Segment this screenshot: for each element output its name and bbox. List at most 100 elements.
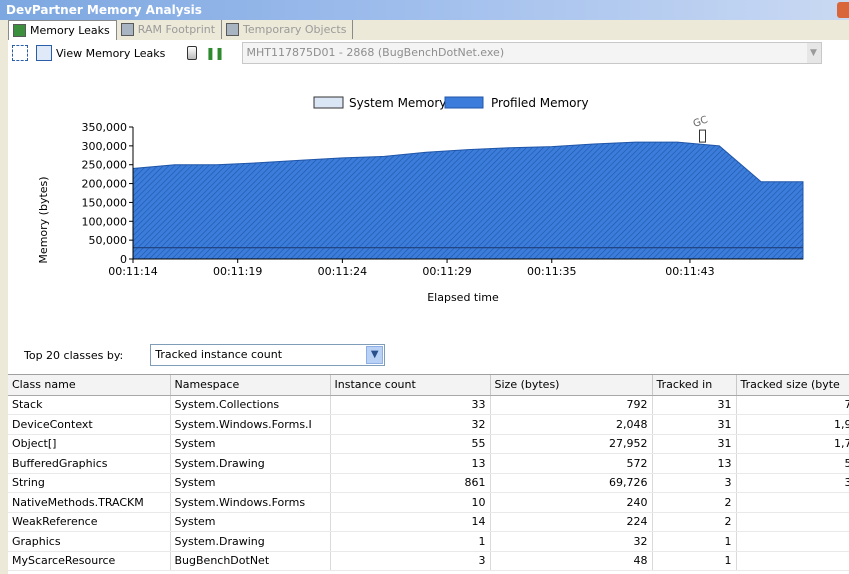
- memory-leaks-icon: [13, 24, 26, 37]
- table-cell: System.Drawing: [170, 453, 331, 474]
- table-cell: System.Windows.Forms.I: [170, 414, 331, 435]
- table-cell: MyScarceResource: [8, 551, 171, 571]
- y-tick-label: 350,000: [82, 121, 128, 134]
- view-memory-leaks-button[interactable]: View Memory Leaks: [32, 42, 169, 64]
- table-cell: NativeMethods.TRACKM: [8, 492, 171, 513]
- legend-label-system: System Memory: [349, 96, 446, 110]
- y-tick-label: 250,000: [82, 159, 128, 172]
- table-cell: 74: [736, 395, 849, 415]
- x-tick-label: 00:11:43: [665, 265, 714, 278]
- table-cell: 13: [330, 453, 491, 474]
- table-cell: 1,98: [736, 414, 849, 435]
- table-row[interactable]: GraphicsSystem.Drawing13213: [8, 531, 849, 552]
- table-cell: 572: [490, 453, 653, 474]
- table-cell: 2: [652, 492, 737, 513]
- table-cell: 861: [330, 473, 491, 493]
- tab-temporary-objects[interactable]: Temporary Objects: [222, 20, 354, 39]
- y-tick-label: 300,000: [82, 140, 128, 153]
- table-cell: 1,73: [736, 434, 849, 454]
- table-cell: BufferedGraphics: [8, 453, 171, 474]
- filter-label: Top 20 classes by:: [24, 348, 124, 362]
- tab-bar: Memory Leaks RAM Footprint Temporary Obj…: [8, 20, 354, 40]
- table-cell: 4: [736, 492, 849, 513]
- y-axis-label: Memory (bytes): [37, 176, 50, 263]
- column-header[interactable]: Class name: [8, 375, 171, 396]
- chevron-down-icon: ▼: [806, 43, 821, 63]
- ram-footprint-icon: [120, 23, 134, 36]
- table-cell: 1: [736, 551, 849, 571]
- table-cell: System: [170, 473, 331, 493]
- close-icon[interactable]: [837, 2, 849, 18]
- legend-label-profiled: Profiled Memory: [491, 96, 589, 110]
- table-cell: 3: [652, 473, 737, 493]
- x-tick-label: 00:11:35: [527, 265, 576, 278]
- table-cell: 792: [490, 395, 653, 415]
- chart-panel: System Memory Profiled Memory Memory (by…: [8, 66, 849, 374]
- table-cell: 2: [652, 512, 737, 532]
- table-cell: 2,048: [490, 414, 653, 435]
- table-cell: 3: [736, 531, 849, 552]
- profiled-memory-area: [132, 141, 804, 260]
- table-row[interactable]: StringSystem86169,726334: [8, 473, 849, 493]
- tab-label: RAM Footprint: [137, 23, 216, 36]
- window-title: DevPartner Memory Analysis: [6, 3, 202, 17]
- y-tick-label: 150,000: [82, 196, 128, 209]
- table-cell: 48: [490, 551, 653, 571]
- table-header: Class name Namespace Instance count Size (b…: [8, 375, 849, 396]
- view-memory-leaks-label: View Memory Leaks: [56, 46, 166, 60]
- x-tick-label: 00:11:29: [422, 265, 471, 278]
- options-button[interactable]: [8, 42, 32, 64]
- table-row[interactable]: WeakReferenceSystem1422423: [8, 512, 849, 532]
- table-cell: 1: [652, 531, 737, 552]
- table-cell: 14: [330, 512, 491, 532]
- gc-marker-icon: [699, 129, 706, 143]
- pause-button[interactable]: ❚❚: [201, 42, 227, 64]
- process-value: MHT117875D01 - 2868 (BugBenchDotNet.exe): [246, 46, 505, 59]
- table-row[interactable]: NativeMethods.TRACKM System.Windows.Forms…: [8, 492, 849, 513]
- y-tick-label: 200,000: [82, 178, 128, 191]
- table-cell: 1: [330, 531, 491, 552]
- table-cell: 3: [736, 512, 849, 532]
- table-cell: System.Windows.Forms: [170, 492, 331, 513]
- force-gc-button[interactable]: [183, 42, 201, 64]
- process-select[interactable]: MHT117875D01 - 2868 (BugBenchDotNet.exe)…: [241, 42, 822, 64]
- table-cell: System: [170, 512, 331, 532]
- column-header[interactable]: Tracked in: [652, 375, 737, 396]
- table-cell: System.Drawing: [170, 531, 331, 552]
- table-cell: System: [170, 434, 331, 454]
- column-header[interactable]: Instance count: [330, 375, 491, 396]
- table-row[interactable]: StackSystem.Collections337923174: [8, 395, 849, 415]
- table-row[interactable]: Object[]System5527,952311,73: [8, 434, 849, 454]
- tab-label: Temporary Objects: [243, 23, 347, 36]
- table-cell: String: [8, 473, 171, 493]
- table-cell: Object[]: [8, 434, 171, 454]
- column-header[interactable]: Size (bytes): [490, 375, 653, 396]
- table-cell: 33: [330, 395, 491, 415]
- table-cell: DeviceContext: [8, 414, 171, 435]
- classes-table: Class name Namespace Instance count Size (b…: [8, 374, 849, 574]
- tab-memory-leaks[interactable]: Memory Leaks: [8, 20, 117, 40]
- filter-value: Tracked instance count: [155, 348, 283, 361]
- table-cell: BugBenchDotNet: [170, 551, 331, 571]
- table-cell: 1: [652, 551, 737, 571]
- view-icon: [36, 45, 52, 61]
- filter-row: Top 20 classes by: Tracked instance coun…: [8, 339, 849, 371]
- table-cell: 55: [330, 434, 491, 454]
- table-cell: 240: [490, 492, 653, 513]
- table-cell: 31: [652, 395, 737, 415]
- table-row[interactable]: DeviceContext System.Windows.Forms.I 32 2,0…: [8, 414, 849, 435]
- column-header[interactable]: Tracked size (byte: [736, 375, 849, 396]
- legend-swatch-profiled: [444, 96, 484, 109]
- x-tick-label: 00:11:19: [213, 265, 262, 278]
- tab-ram-footprint[interactable]: RAM Footprint: [117, 20, 223, 39]
- table-row[interactable]: MyScarceResourceBugBenchDotNet34811: [8, 551, 849, 571]
- tab-label: Memory Leaks: [30, 24, 110, 37]
- column-header[interactable]: Namespace: [170, 375, 331, 396]
- top-classes-select[interactable]: Tracked instance count ▼: [150, 344, 386, 366]
- table-cell: WeakReference: [8, 512, 171, 532]
- gc-annotation: GC: [692, 115, 710, 130]
- table-row[interactable]: BufferedGraphicsSystem.Drawing135721357: [8, 453, 849, 474]
- table-cell: 31: [652, 434, 737, 454]
- trash-icon: [187, 46, 198, 60]
- temporary-objects-icon: [226, 23, 240, 36]
